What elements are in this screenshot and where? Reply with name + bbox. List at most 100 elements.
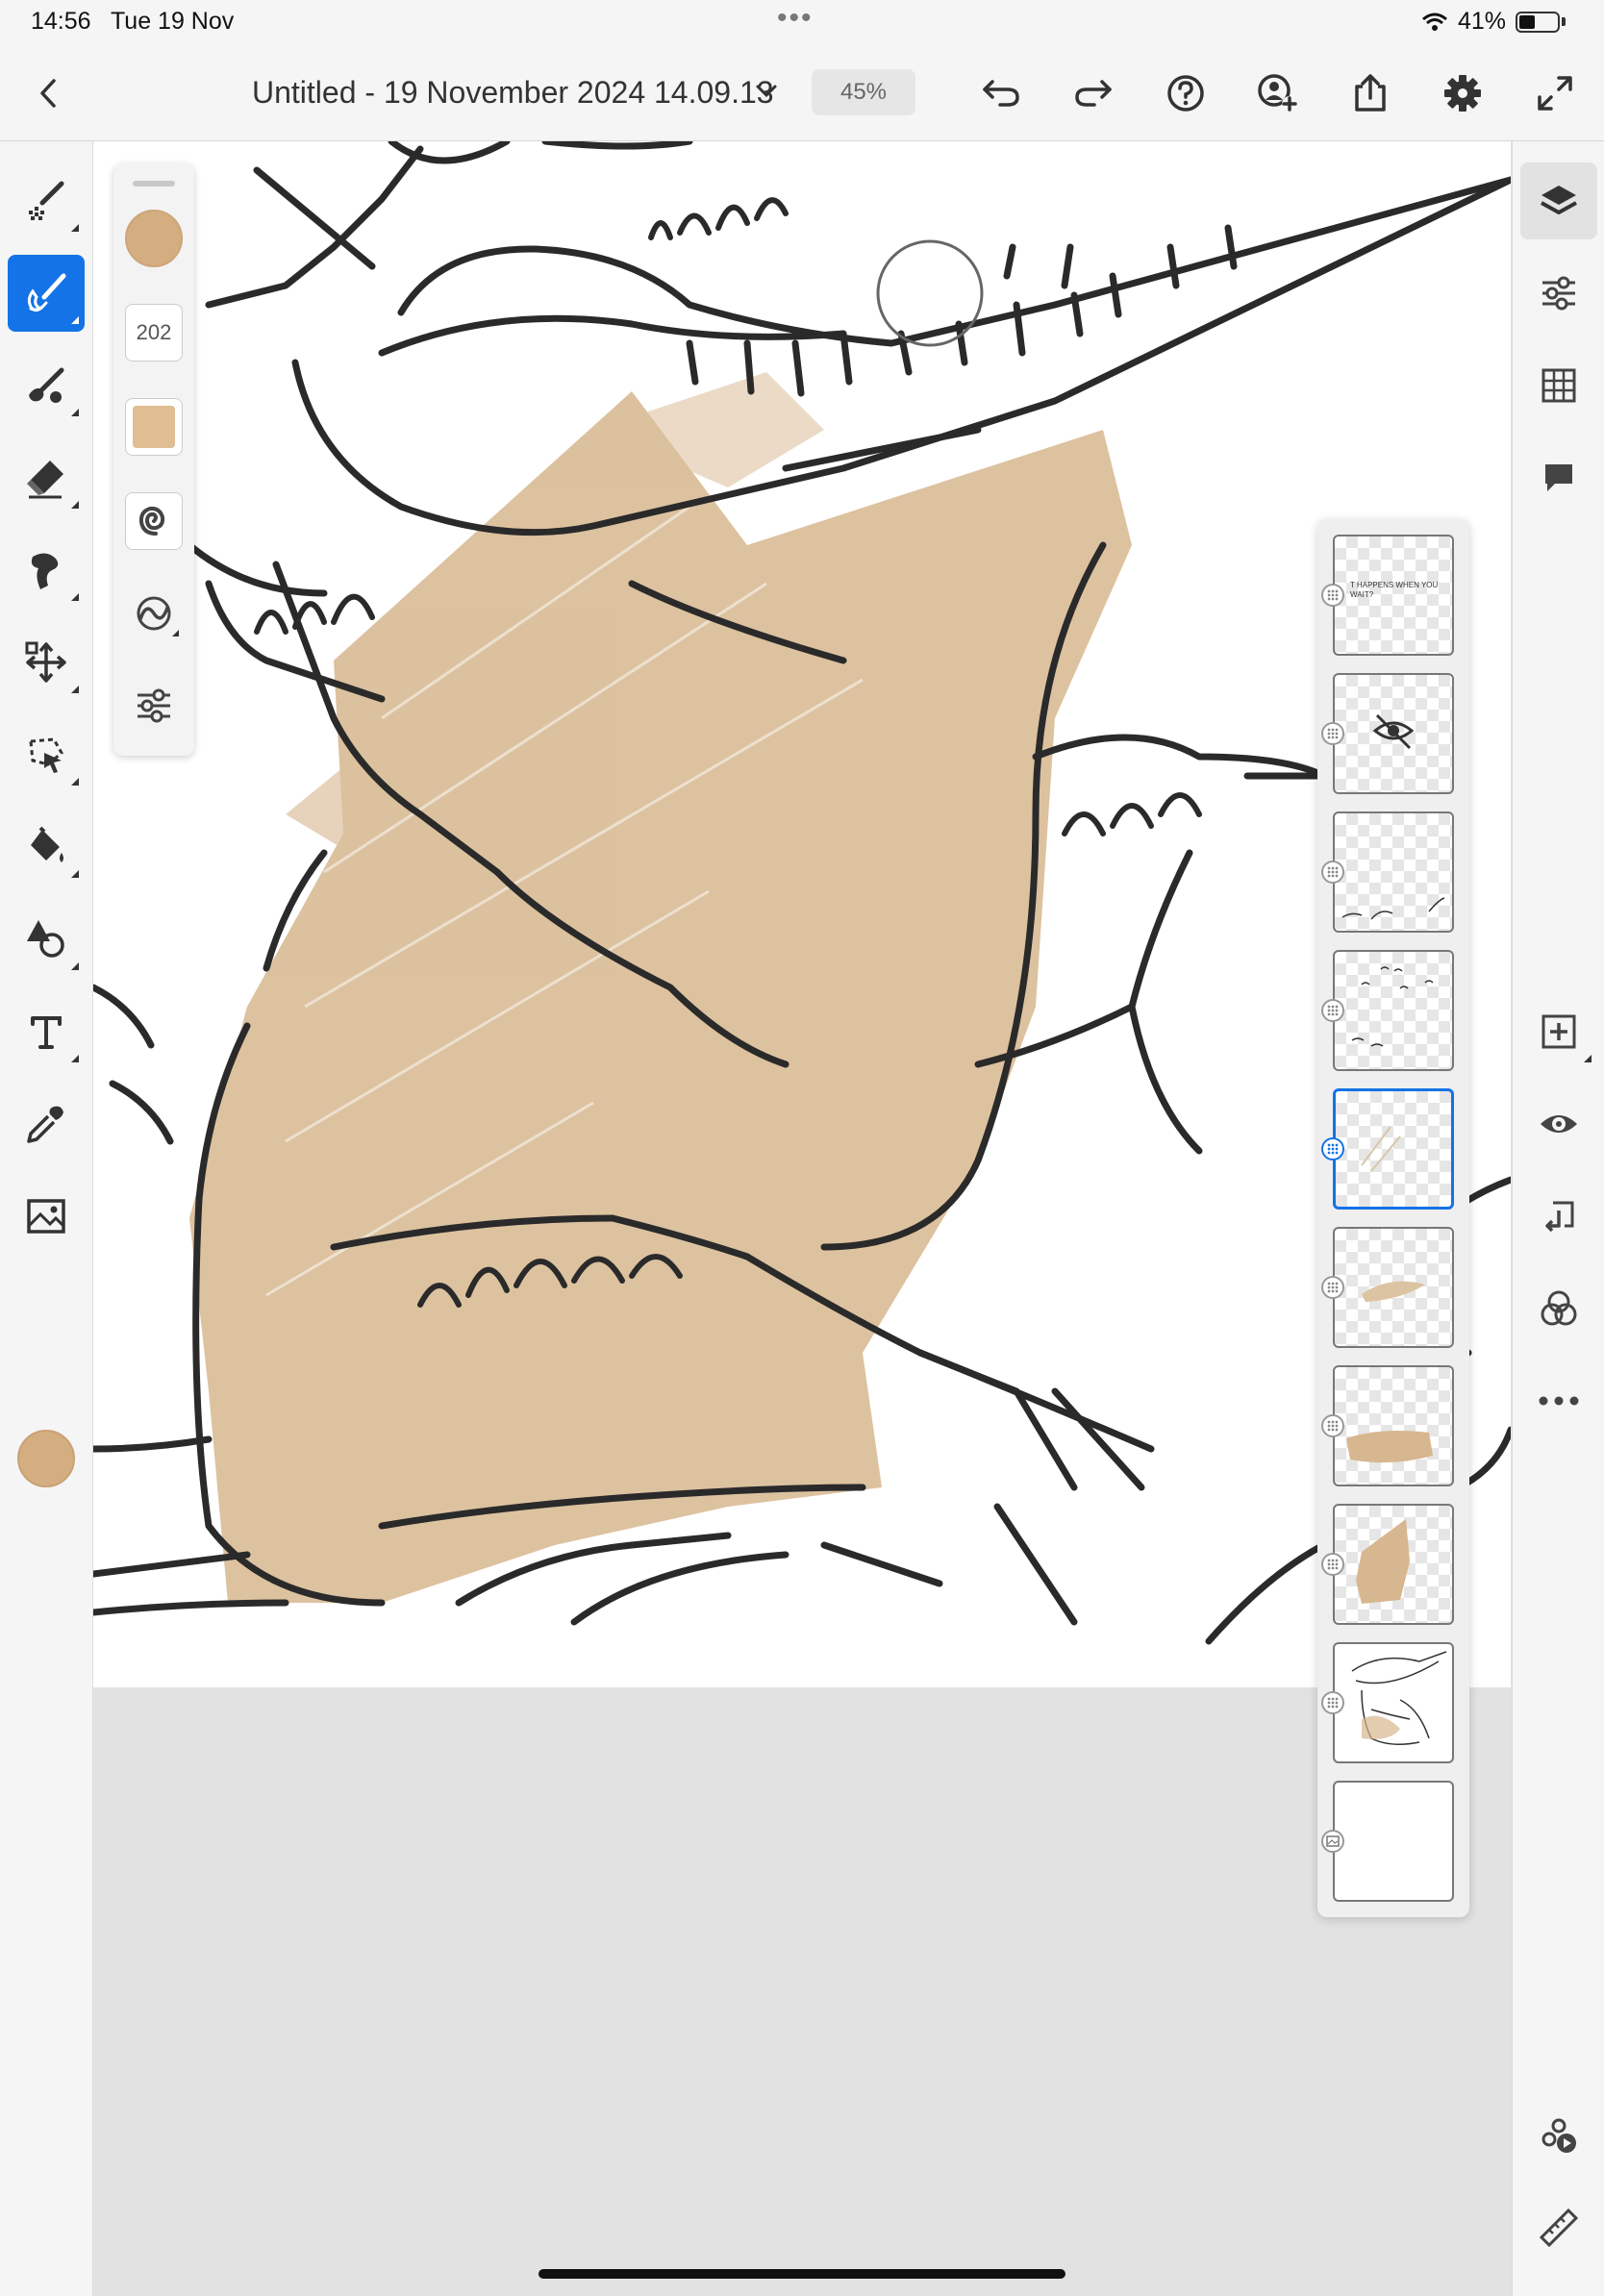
- grid-button[interactable]: [1520, 347, 1597, 424]
- layer-thumbnail[interactable]: [1333, 1642, 1454, 1763]
- more-icon: [1539, 1396, 1579, 1406]
- brush-properties-panel: 202: [113, 163, 194, 756]
- undo-icon: [983, 80, 1019, 107]
- fullscreen-button[interactable]: [1529, 67, 1581, 119]
- brush-tip-preview[interactable]: [125, 398, 183, 456]
- layer-thumbnail-background[interactable]: [1333, 1781, 1454, 1902]
- back-button[interactable]: [29, 71, 67, 115]
- eye-icon: [1541, 1115, 1577, 1133]
- layer-thumbnail[interactable]: [1333, 811, 1454, 933]
- comment-icon: [1545, 464, 1572, 491]
- tan-fill-thumbnail: [1346, 1431, 1433, 1463]
- smoothing-icon: [137, 596, 171, 631]
- pixel-brush-tool[interactable]: [8, 162, 85, 239]
- more-options-button[interactable]: [1520, 1362, 1597, 1439]
- layer-thumbnail[interactable]: [1333, 1227, 1454, 1348]
- paint-bucket-icon: [31, 826, 63, 862]
- comments-button[interactable]: [1520, 439, 1597, 516]
- layer-thumbnail[interactable]: [1333, 1365, 1454, 1486]
- layer-drag-handle[interactable]: [1321, 999, 1344, 1022]
- sliders-icon: [1542, 276, 1575, 311]
- battery-icon: [1516, 11, 1560, 33]
- add-layer-button[interactable]: [1520, 993, 1597, 1070]
- status-date: Tue 19 Nov: [110, 8, 235, 35]
- image-tool[interactable]: [8, 1178, 85, 1255]
- transform-tool[interactable]: [8, 624, 85, 701]
- layers-icon: [1541, 186, 1577, 214]
- layer-thumbnail-selected[interactable]: [1333, 1088, 1454, 1210]
- lasso-icon: [29, 737, 63, 773]
- live-brush-tool[interactable]: [8, 347, 85, 424]
- layer-drag-handle-selected[interactable]: [1321, 1137, 1344, 1160]
- layer-properties-button[interactable]: [1520, 255, 1597, 332]
- ruler-button[interactable]: [1520, 2189, 1597, 2266]
- smudge-tool[interactable]: [8, 532, 85, 609]
- color-swatch[interactable]: [17, 1430, 75, 1487]
- spiral-icon: [138, 506, 165, 536]
- brush-smoothing-button[interactable]: [125, 585, 183, 642]
- share-button[interactable]: [1344, 67, 1396, 119]
- layer-thumbnail[interactable]: [1333, 1504, 1454, 1625]
- drawing-canvas[interactable]: [93, 141, 1511, 1687]
- text-tool[interactable]: [8, 993, 85, 1070]
- multitasking-dots-icon[interactable]: •••: [777, 2, 814, 35]
- layer-drag-handle[interactable]: [1321, 1691, 1344, 1714]
- hidden-eye-icon: [1372, 713, 1415, 750]
- layer-thumbnail[interactable]: [1333, 673, 1454, 794]
- back-icon: [40, 79, 56, 108]
- home-indicator[interactable]: [539, 2269, 1065, 2279]
- merge-down-button[interactable]: [1520, 1178, 1597, 1255]
- livestream-icon: [1541, 2118, 1576, 2153]
- invite-button[interactable]: [1252, 67, 1304, 119]
- brush-flow-button[interactable]: [125, 492, 183, 550]
- zoom-level[interactable]: 45%: [812, 69, 915, 115]
- paint-brush-icon: [27, 273, 66, 312]
- shapes-tool[interactable]: [8, 901, 85, 978]
- wifi-icon: [1421, 12, 1447, 31]
- paint-brush-tool[interactable]: [8, 255, 85, 332]
- undo-button[interactable]: [975, 67, 1027, 119]
- brush-size-value[interactable]: 202: [125, 304, 183, 362]
- invite-icon: [1258, 74, 1297, 112]
- help-button[interactable]: [1160, 67, 1212, 119]
- layer-thumbnail[interactable]: [1333, 950, 1454, 1071]
- title-menu-button[interactable]: [750, 75, 783, 108]
- livestream-button[interactable]: [1520, 2097, 1597, 2174]
- panel-drag-handle[interactable]: [133, 181, 175, 187]
- live-brush-icon: [29, 367, 64, 403]
- tan-body-thumbnail: [1356, 1519, 1410, 1604]
- brush-settings-button[interactable]: [125, 677, 183, 735]
- status-bar: 14:56 Tue 19 Nov ••• 41%: [0, 0, 1604, 46]
- shapes-icon: [27, 920, 64, 958]
- right-toolbar: [1512, 141, 1604, 2296]
- document-title[interactable]: Untitled - 19 November 2024 14.09.13: [252, 75, 774, 111]
- help-icon: [1167, 75, 1204, 112]
- selection-tool[interactable]: [8, 716, 85, 793]
- layer-drag-handle[interactable]: [1321, 1276, 1344, 1299]
- eyedropper-tool[interactable]: [8, 1086, 85, 1162]
- background-layer-handle[interactable]: [1321, 1830, 1344, 1853]
- redo-icon: [1075, 80, 1112, 107]
- share-icon: [1355, 74, 1386, 112]
- crocodile-artwork: [93, 141, 1511, 1645]
- pixel-brush-icon: [29, 181, 64, 220]
- brush-color-swatch[interactable]: [125, 210, 183, 267]
- layer-thumbnail[interactable]: T HAPPENS WHEN YOU WAIT?: [1333, 535, 1454, 656]
- settings-button[interactable]: [1437, 67, 1489, 119]
- add-layer-icon: [1541, 1014, 1576, 1049]
- layer-drag-handle[interactable]: [1321, 584, 1344, 607]
- layer-drag-handle[interactable]: [1321, 1414, 1344, 1437]
- fill-tool[interactable]: [8, 809, 85, 886]
- redo-button[interactable]: [1067, 67, 1119, 119]
- layer-drag-handle[interactable]: [1321, 722, 1344, 745]
- layers-button[interactable]: [1520, 162, 1597, 239]
- eraser-tool[interactable]: [8, 439, 85, 516]
- chevron-down-icon: [756, 85, 777, 98]
- blend-mode-button[interactable]: [1520, 1270, 1597, 1347]
- layer-drag-handle[interactable]: [1321, 861, 1344, 884]
- layers-panel: T HAPPENS WHEN YOU WAIT?: [1317, 519, 1469, 1917]
- crocodile-sketch-thumbnail: [1351, 1651, 1447, 1745]
- layer-drag-handle[interactable]: [1321, 1553, 1344, 1576]
- battery-percent: 41%: [1457, 8, 1506, 35]
- visibility-button[interactable]: [1520, 1086, 1597, 1162]
